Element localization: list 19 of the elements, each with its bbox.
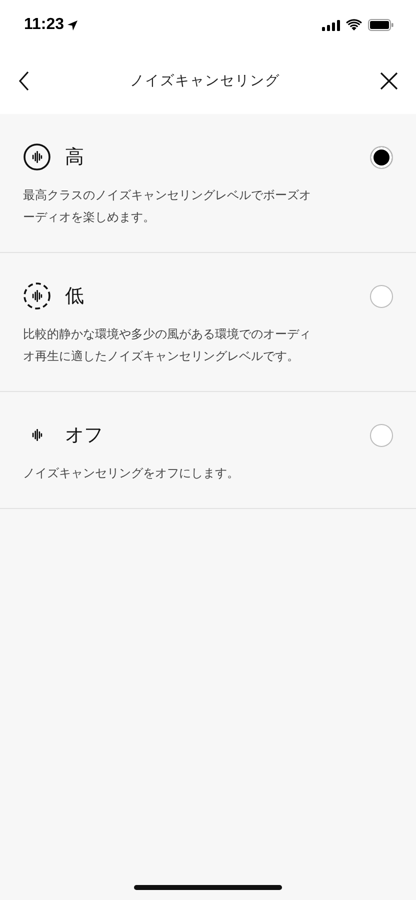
option-description: 比較的静かな環境や多少の風がある環境でのオーディオ再生に適したノイズキャンセリングレベルです。 xyxy=(23,326,312,365)
radio-button[interactable] xyxy=(370,424,393,446)
sound-wave-dashed-circle-icon xyxy=(23,282,51,310)
sound-wave-circle-icon xyxy=(23,143,51,171)
radio-button[interactable] xyxy=(370,146,393,168)
location-arrow-icon xyxy=(67,20,78,30)
option-description: 最高クラスのノイズキャンセリングレベルでボーズオーディオを楽しめます。 xyxy=(23,187,312,226)
option-label: 高 xyxy=(65,145,85,170)
option-label: オフ xyxy=(65,423,104,448)
close-icon[interactable] xyxy=(380,72,398,90)
option-description: ノイズキャンセリングをオフにします。 xyxy=(23,465,240,482)
signal-icon xyxy=(322,20,340,30)
battery-icon xyxy=(368,19,394,31)
screen-title: ノイズキャンセリング xyxy=(130,72,280,90)
radio-button[interactable] xyxy=(370,284,393,308)
option-label: 低 xyxy=(65,284,85,309)
back-icon[interactable] xyxy=(18,71,30,91)
wifi-icon xyxy=(346,19,362,31)
status-time: 11:23 xyxy=(24,16,64,34)
